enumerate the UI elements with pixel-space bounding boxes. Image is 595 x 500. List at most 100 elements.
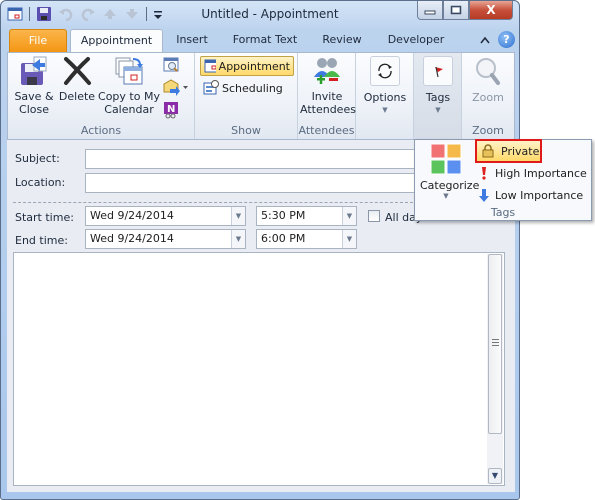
tags-button[interactable]: Tags ▼ <box>418 56 458 117</box>
start-time-label: Start time: <box>15 211 74 224</box>
options-button[interactable]: Options ▼ <box>360 56 410 117</box>
scroll-down-button[interactable]: ▼ <box>488 468 502 484</box>
high-importance-label: High Importance <box>495 166 587 180</box>
show-scheduling-label: Scheduling <box>222 81 283 95</box>
start-time-value: 5:30 PM <box>261 209 306 222</box>
subject-label: Subject: <box>15 152 60 165</box>
copy-to-calendar-icon <box>113 55 145 87</box>
start-date-dropdown-icon[interactable]: ▼ <box>231 207 245 225</box>
tab-appointment[interactable]: Appointment <box>70 29 163 53</box>
start-date-combo[interactable]: Wed 9/24/2014 ▼ <box>85 206 246 226</box>
category-green-swatch <box>430 159 446 175</box>
group-label-attendees: Attendees <box>298 124 355 137</box>
categorize-label: Categorize <box>420 179 480 192</box>
end-time-dropdown-icon[interactable]: ▼ <box>342 230 356 248</box>
start-date-value: Wed 9/24/2014 <box>90 209 174 222</box>
low-importance-button[interactable]: Low Importance <box>479 185 583 205</box>
appointment-body-textarea[interactable]: ▼ <box>13 252 505 486</box>
scrollbar-grip-icon <box>492 339 499 346</box>
tab-file[interactable]: File <box>9 29 67 53</box>
lock-icon <box>482 144 494 158</box>
show-appointment-button[interactable]: Appointment <box>200 56 294 76</box>
tags-flag-icon <box>423 56 453 86</box>
tab-format-text[interactable]: Format Text <box>225 29 305 53</box>
close-button[interactable]: X <box>469 1 513 20</box>
forward-button[interactable] <box>163 79 189 97</box>
category-blue-swatch <box>446 159 462 175</box>
private-label: Private <box>501 144 540 158</box>
save-close-label-1: Save & <box>14 90 54 103</box>
options-label: Options <box>363 91 407 104</box>
options-dropdown-icon: ▼ <box>382 106 388 114</box>
save-close-icon <box>18 55 50 87</box>
group-label-show: Show <box>231 124 261 137</box>
minimize-button[interactable] <box>417 1 443 20</box>
form-divider <box>13 202 413 203</box>
maximize-button[interactable] <box>443 1 469 20</box>
zoom-label: Zoom <box>472 91 504 104</box>
ribbon: Save & Close Delete Copy to My Calendar <box>7 52 515 140</box>
title-bar: Untitled - Appointment X <box>1 1 519 29</box>
group-attendees: Invite Attendees Attendees <box>298 53 356 139</box>
minimize-icon <box>424 10 436 15</box>
low-importance-icon <box>479 189 489 202</box>
delete-icon <box>61 55 93 87</box>
ribbon-tabs: File Appointment Insert Format Text Revi… <box>7 29 515 53</box>
low-importance-label: Low Importance <box>495 188 584 202</box>
location-label: Location: <box>15 176 66 189</box>
end-date-value: Wed 9/24/2014 <box>90 232 174 245</box>
copy-label-1: Copy to My <box>98 90 160 103</box>
save-close-label-2: Close <box>19 103 49 116</box>
show-appointment-label: Appointment <box>218 59 290 73</box>
save-close-button[interactable]: Save & Close <box>12 55 56 116</box>
group-actions: Save & Close Delete Copy to My Calendar <box>8 53 195 139</box>
invite-label-1: Invite <box>311 90 343 103</box>
tab-insert[interactable]: Insert <box>167 29 217 53</box>
private-button[interactable]: Private <box>475 139 542 163</box>
delete-button[interactable]: Delete <box>58 55 96 103</box>
categorize-icon <box>430 143 462 175</box>
copy-label-2: Calendar <box>104 103 154 116</box>
onenote-icon[interactable]: N <box>163 101 179 119</box>
end-date-combo[interactable]: Wed 9/24/2014 ▼ <box>85 229 246 249</box>
tags-popup-group-label: Tags <box>490 206 516 219</box>
categorize-dropdown-icon: ▼ <box>443 192 449 200</box>
tab-developer[interactable]: Developer <box>377 29 455 53</box>
end-time-label: End time: <box>15 234 68 247</box>
tags-popup: Categorize ▼ Private High Importance Low… <box>414 139 592 221</box>
all-day-checkbox[interactable] <box>368 210 380 222</box>
invite-label-2: Attendees <box>300 103 356 116</box>
copy-to-my-calendar-button[interactable]: Copy to My Calendar <box>98 55 160 116</box>
end-time-combo[interactable]: 6:00 PM ▼ <box>256 229 357 249</box>
collapse-ribbon-icon[interactable] <box>480 36 490 44</box>
tab-review[interactable]: Review <box>312 29 372 53</box>
scrollbar-thumb[interactable] <box>488 254 502 434</box>
invite-attendees-icon <box>311 55 343 87</box>
window-controls: X <box>417 1 513 20</box>
end-date-dropdown-icon[interactable]: ▼ <box>231 230 245 248</box>
vertical-scrollbar[interactable]: ▼ <box>487 254 503 484</box>
invite-attendees-button[interactable]: Invite Attendees <box>300 55 356 116</box>
maximize-icon <box>450 5 462 15</box>
zoom-button[interactable]: Zoom <box>466 56 510 104</box>
ribbon-help-area: ? <box>480 31 515 48</box>
start-time-combo[interactable]: 5:30 PM ▼ <box>256 206 357 226</box>
categorize-button[interactable]: Categorize ▼ <box>420 143 480 200</box>
options-icon <box>370 56 400 86</box>
help-icon[interactable]: ? <box>498 31 515 48</box>
end-time-value: 6:00 PM <box>261 232 306 245</box>
tags-dropdown-icon: ▼ <box>435 106 441 114</box>
start-time-dropdown-icon[interactable]: ▼ <box>342 207 356 225</box>
show-scheduling-button[interactable]: Scheduling <box>200 78 286 98</box>
high-importance-button[interactable]: High Importance <box>479 163 587 183</box>
group-zoom: Zoom Zoom <box>462 53 514 139</box>
group-label-zoom: Zoom <box>472 124 504 137</box>
zoom-magnifier-icon <box>472 56 504 88</box>
category-orange-swatch <box>446 143 462 159</box>
forward-icon <box>163 79 188 96</box>
high-importance-icon <box>482 167 486 180</box>
appointment-window: Untitled - Appointment X File Appointmen… <box>0 0 520 500</box>
forward-lookup-icon[interactable] <box>163 57 179 73</box>
close-icon: X <box>486 3 496 17</box>
svg-text:N: N <box>167 104 175 115</box>
